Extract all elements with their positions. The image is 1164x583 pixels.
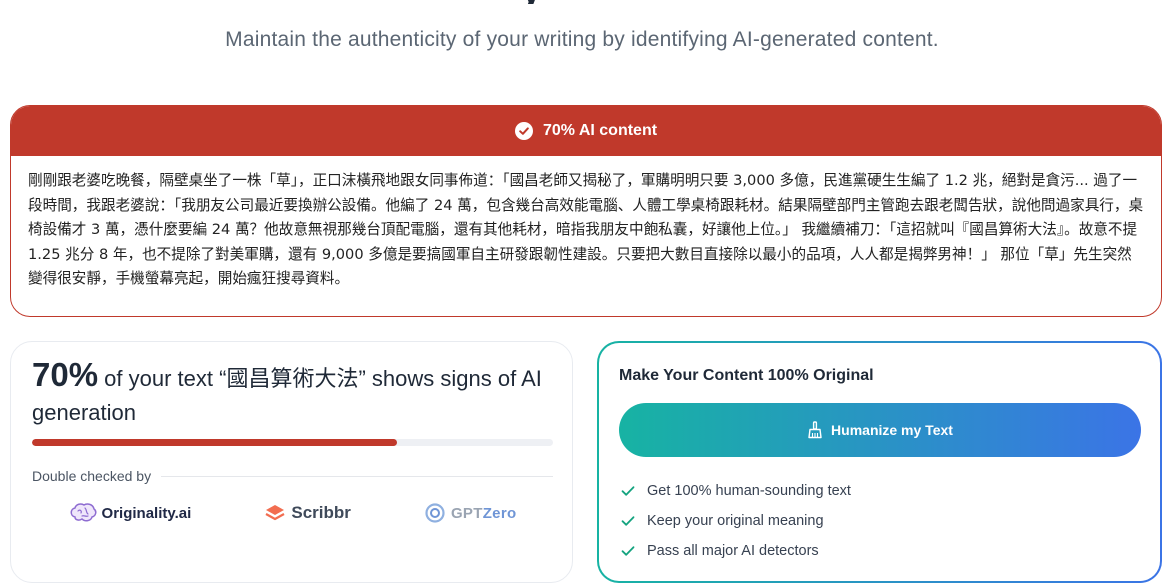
humanize-button-label: Humanize my Text [831, 422, 953, 438]
brain-icon [70, 503, 97, 522]
gptzero-name-zero: Zero [482, 504, 517, 522]
humanize-card: Make Your Content 100% Original Humanize… [597, 341, 1162, 583]
scribbr-chevron-icon [265, 505, 285, 521]
divider [161, 475, 553, 477]
gptzero-name-gpt: GPT [450, 504, 483, 522]
scribbr-name: Scribbr [291, 503, 351, 522]
analyzed-text: 剛剛跟老婆吃晚餐，隔壁桌坐了一株「草」，正口沫橫飛地跟女同事佈道：「國昌老師又揭… [28, 172, 1144, 287]
gptzero-logo: GPTZero [424, 502, 516, 524]
ai-score-text-mid: of your text “ [98, 366, 227, 391]
page-title-text: y [520, 0, 640, 4]
feature-list: Get 100% human-sounding text Keep your o… [621, 476, 851, 566]
check-circle-icon [514, 122, 533, 140]
ai-result-label: 70% AI content [542, 122, 658, 139]
gptzero-ring-icon [425, 503, 445, 523]
check-icon [621, 486, 635, 496]
check-icon [621, 516, 635, 526]
feature-item: Get 100% human-sounding text [621, 476, 851, 506]
originality-name: Originality.ai [101, 504, 192, 522]
ai-score-bar-fill [32, 439, 397, 446]
ai-score-sentence: 70% of your text “國昌算術大法” shows signs of… [32, 358, 562, 430]
feature-label: Pass all major AI detectors [647, 543, 819, 559]
feature-item: Pass all major AI detectors [621, 536, 851, 566]
ai-result-header: 70% AI content [11, 106, 1161, 156]
humanize-button[interactable]: Humanize my Text [619, 403, 1141, 457]
gptzero-name: GPTZero [451, 505, 516, 522]
originality-logo: Originality.ai [69, 502, 192, 524]
ai-score-bar [32, 439, 553, 446]
double-checked-row: Double checked by [32, 468, 553, 484]
humanize-title: Make Your Content 100% Original [619, 367, 874, 384]
checker-logos: Originality.ai Scribbr GPTZero [32, 502, 553, 524]
check-icon [621, 546, 635, 556]
feature-label: Keep your original meaning [647, 513, 824, 529]
feature-label: Get 100% human-sounding text [647, 483, 851, 499]
page-subtitle: Maintain the authenticity of your writin… [225, 28, 939, 51]
ai-score-card: 70% of your text “國昌算術大法” shows signs of… [10, 341, 573, 583]
feature-item: Keep your original meaning [621, 506, 851, 536]
broom-icon [808, 421, 822, 439]
page-title-fragment: y [520, 0, 640, 4]
scribbr-logo: Scribbr [264, 503, 351, 523]
ai-result-card: 70% AI content 剛剛跟老婆吃晚餐，隔壁桌坐了一株「草」，正口沫橫飛… [10, 105, 1162, 317]
ai-score-highlight: 國昌算術大法 [226, 366, 359, 391]
ai-score-percent: 70% [32, 356, 99, 393]
double-checked-label: Double checked by [32, 468, 152, 484]
